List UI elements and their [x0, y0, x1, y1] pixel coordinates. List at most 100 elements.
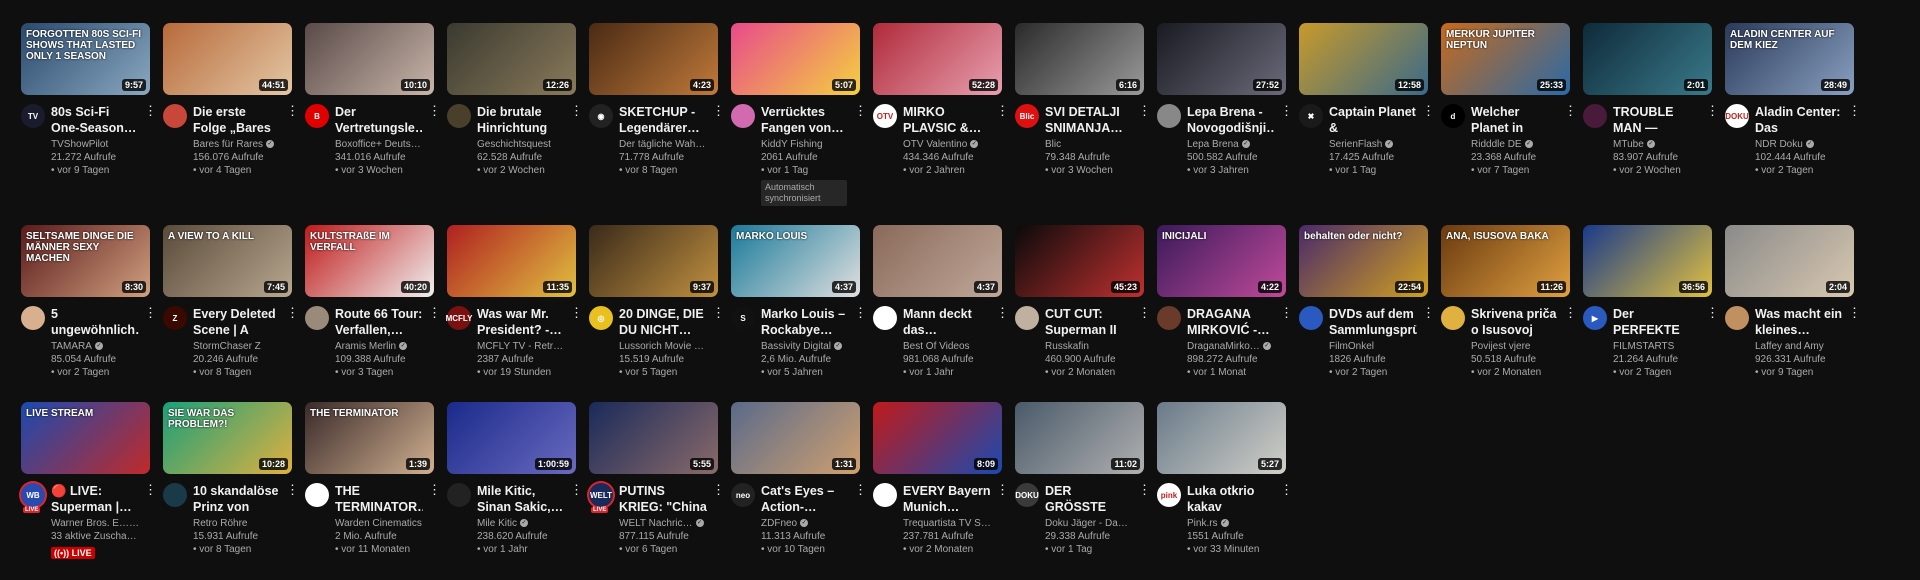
video-title[interactable]: DRAGANA MIRKOVIĆ -…: [1187, 306, 1275, 338]
video-thumbnail[interactable]: 12:58: [1299, 23, 1428, 95]
channel-name[interactable]: Warden Cinematics: [335, 517, 423, 530]
video-thumbnail[interactable]: 2:04: [1725, 225, 1854, 297]
channel-name[interactable]: Retro Röhre: [193, 517, 281, 530]
video-title[interactable]: 20 DINGE, DIE DU NICHT…: [619, 306, 707, 338]
channel-avatar[interactable]: d: [1441, 104, 1465, 128]
video-title[interactable]: PUTINS KRIEG: "China wird es…: [619, 483, 707, 515]
video-thumbnail[interactable]: ALADIN CENTER AUF DEM KIEZ 28:49: [1725, 23, 1854, 95]
more-vert-icon[interactable]: ⋮: [1138, 104, 1151, 118]
channel-avatar[interactable]: MCFLY: [446, 306, 472, 330]
channel-name[interactable]: Lepa Brena ✓: [1187, 138, 1275, 151]
video-title[interactable]: CUT CUT: Superman II -…: [1045, 306, 1133, 338]
video-thumbnail[interactable]: 10:10: [305, 23, 434, 95]
channel-avatar[interactable]: B: [305, 104, 329, 128]
channel-name[interactable]: Best Of Videos: [903, 340, 991, 353]
video-title[interactable]: 🔴 LIVE: Superman |…: [51, 483, 139, 515]
video-title[interactable]: DER GRÖSSTE FAIL IM…: [1045, 483, 1133, 515]
video-title[interactable]: 10 skandalöse Prinz von Bel…: [193, 483, 281, 515]
more-vert-icon[interactable]: ⋮: [1138, 306, 1151, 320]
channel-name[interactable]: StormChaser Z: [193, 340, 281, 353]
channel-avatar[interactable]: [1157, 306, 1181, 330]
video-thumbnail[interactable]: 4:37: [873, 225, 1002, 297]
more-vert-icon[interactable]: ⋮: [1848, 104, 1861, 118]
channel-name[interactable]: Laffey and Amy: [1755, 340, 1843, 353]
video-thumbnail[interactable]: 5:07: [731, 23, 860, 95]
channel-avatar[interactable]: DOKU: [1725, 104, 1749, 128]
video-card[interactable]: 10:10 B Der Vertretungsle… Boxoffice+ Deuts…: [305, 23, 441, 206]
channel-avatar[interactable]: [163, 483, 187, 507]
channel-avatar[interactable]: [1299, 306, 1323, 330]
more-vert-icon[interactable]: ⋮: [1706, 104, 1719, 118]
video-thumbnail[interactable]: 27:52: [1157, 23, 1286, 95]
video-title[interactable]: Mann deckt das…: [903, 306, 991, 338]
video-title[interactable]: THE TERMINATOR…: [335, 483, 423, 515]
video-card[interactable]: LIVE STREAM WB LIVE 🔴 LIVE: Superman |… Warn…: [21, 402, 157, 561]
more-vert-icon[interactable]: ⋮: [286, 104, 299, 118]
video-title[interactable]: Cat's Eyes – Action-…: [761, 483, 849, 515]
video-card[interactable]: 11:35 MCFLY Was war Mr. President? -… MCFLY…: [446, 225, 583, 379]
video-card[interactable]: SELTSAME DINGE DIE MÄNNER SEXY MACHEN 8:3…: [21, 225, 157, 379]
video-title[interactable]: Was war Mr. President? -…: [477, 306, 565, 338]
channel-name[interactable]: OTV Valentino ✓: [903, 138, 991, 151]
video-thumbnail[interactable]: 2:01: [1583, 23, 1712, 95]
channel-avatar[interactable]: TV: [21, 104, 45, 128]
video-title[interactable]: Was macht ein kleines…: [1755, 306, 1843, 338]
channel-avatar[interactable]: [21, 306, 45, 330]
video-card[interactable]: 36:56 ▶ Der PERFEKTE Bond-Start für… FILMST…: [1583, 225, 1719, 379]
channel-name[interactable]: WELT Nachric… ✓: [619, 517, 707, 530]
video-card[interactable]: 11:02 DOKU DER GRÖSSTE FAIL IM… Doku Jäger …: [1015, 402, 1151, 561]
video-card[interactable]: 1:31 neo Cat's Eyes – Action-… ZDFneo ✓ 11.31…: [731, 402, 867, 561]
video-thumbnail[interactable]: 12:26: [447, 23, 576, 95]
video-card[interactable]: 6:16 Blic SVI DETALJI SNIMANJA… Blic 79.348 …: [1015, 23, 1151, 206]
video-card[interactable]: THE TERMINATOR 1:39 THE TERMINATOR… Warden …: [305, 402, 441, 561]
more-vert-icon[interactable]: ⋮: [286, 483, 299, 497]
channel-avatar[interactable]: WB LIVE: [21, 483, 45, 513]
channel-avatar[interactable]: S: [731, 306, 755, 330]
channel-name[interactable]: Bares für Rares ✓: [193, 138, 281, 151]
video-card[interactable]: ANA, ISUSOVA BAKA 11:26 Skrivena priča o I…: [1441, 225, 1577, 379]
more-vert-icon[interactable]: ⋮: [570, 483, 583, 497]
more-vert-icon[interactable]: ⋮: [1564, 104, 1577, 118]
video-card[interactable]: ALADIN CENTER AUF DEM KIEZ 28:49 DOKU Aladi…: [1725, 23, 1861, 206]
more-vert-icon[interactable]: ⋮: [144, 483, 157, 497]
video-card[interactable]: SIE WAR DAS PROBLEM?! 10:28 10 skandalöse …: [163, 402, 299, 561]
video-title[interactable]: Marko Louis – Rockabye…: [761, 306, 849, 338]
video-card[interactable]: 9:37 ◎ 20 DINGE, DIE DU NICHT… Lussorich Mo…: [589, 225, 725, 379]
video-title[interactable]: Welcher Planet in unserem…: [1471, 104, 1559, 136]
channel-avatar[interactable]: ▶: [1583, 306, 1607, 330]
video-card[interactable]: behalten oder nicht? 22:54 DVDs auf dem Sa…: [1299, 225, 1435, 379]
channel-name[interactable]: Aramis Merlin ✓: [335, 340, 423, 353]
video-title[interactable]: Der Vertretungsle…: [335, 104, 423, 136]
channel-name[interactable]: Lussorich Movie DE: [619, 340, 707, 353]
video-card[interactable]: 52:28 OTV MIRKO PLAVSIC &… OTV Valentino ✓ 43…: [873, 23, 1009, 206]
video-card[interactable]: 44:51 Die erste Folge „Bares für… Bares fü…: [163, 23, 299, 206]
video-title[interactable]: Die brutale Hinrichtung v…: [477, 104, 565, 136]
video-card[interactable]: 2:04 Was macht ein kleines… Laffey and Amy…: [1725, 225, 1861, 379]
video-card[interactable]: 4:23 ◉ SKETCHUP - Legendärer… Der tägliche …: [589, 23, 725, 206]
video-thumbnail[interactable]: 11:35: [447, 225, 576, 297]
video-card[interactable]: 8:09 EVERY Bayern Munich… Trequartista TV …: [873, 402, 1009, 561]
channel-avatar[interactable]: Z: [163, 306, 187, 330]
video-card[interactable]: 5:07 Verrücktes Fangen von… KiddY Fishing 2…: [731, 23, 867, 206]
more-vert-icon[interactable]: ⋮: [854, 306, 867, 320]
video-thumbnail[interactable]: 5:27: [1157, 402, 1286, 474]
more-vert-icon[interactable]: ⋮: [570, 306, 583, 320]
channel-name[interactable]: FilmOnkel: [1329, 340, 1417, 353]
video-thumbnail[interactable]: 36:56: [1583, 225, 1712, 297]
channel-name[interactable]: Povijest vjere: [1471, 340, 1559, 353]
channel-avatar[interactable]: [1725, 306, 1749, 330]
video-thumbnail[interactable]: INICIJALI 4:22: [1157, 225, 1286, 297]
video-title[interactable]: DVDs auf dem Sammlungsprüf…: [1329, 306, 1417, 338]
channel-name[interactable]: Geschichtsquest: [477, 138, 565, 151]
video-thumbnail[interactable]: 45:23: [1015, 225, 1144, 297]
video-card[interactable]: MARKO LOUIS 4:37 S Marko Louis – Rockabye… B…: [731, 225, 867, 379]
video-card[interactable]: KULTSTRAßE IM VERFALL 40:20 Route 66 Tour:…: [305, 225, 441, 379]
channel-name[interactable]: Ridddle DE ✓: [1471, 138, 1559, 151]
video-title[interactable]: Skrivena priča o Isusovoj ba…: [1471, 306, 1559, 338]
more-vert-icon[interactable]: ⋮: [712, 483, 725, 497]
channel-name[interactable]: Warner Bros. E… ✓: [51, 517, 139, 530]
channel-name[interactable]: Pink.rs ✓: [1187, 517, 1275, 530]
video-thumbnail[interactable]: 44:51: [163, 23, 292, 95]
more-vert-icon[interactable]: ⋮: [1422, 306, 1435, 320]
more-vert-icon[interactable]: ⋮: [712, 306, 725, 320]
